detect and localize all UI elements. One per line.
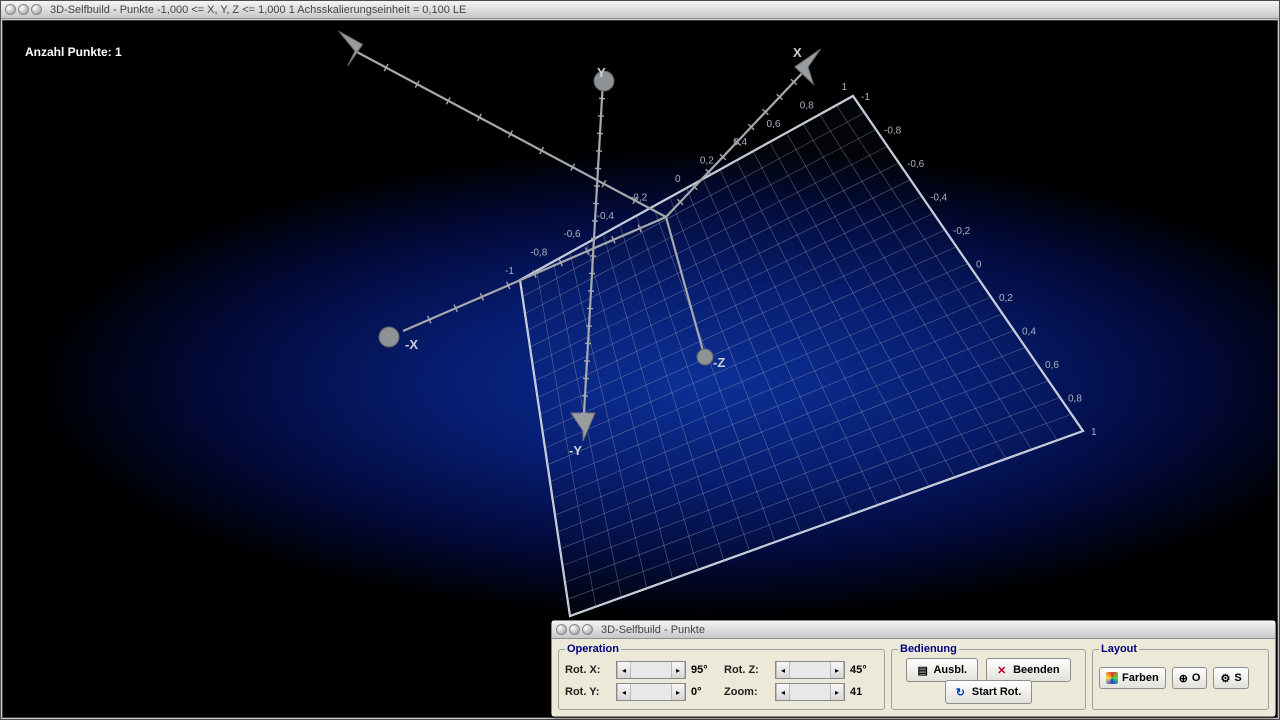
panel-control-2[interactable] [569, 624, 580, 635]
group-layout: Layout Farben ⊕ O ⚙ S [1092, 643, 1269, 710]
group-bedienung: Bedienung ▤ Ausbl. ✕ Beenden ↻ Start Rot… [891, 643, 1086, 710]
palette-icon [1106, 672, 1118, 684]
value-zoom: 41 [850, 686, 878, 698]
window-control-1[interactable] [5, 4, 16, 15]
spinner-rot-x[interactable]: ◂ ▸ [616, 661, 686, 679]
rot-x-inc[interactable]: ▸ [671, 662, 685, 678]
main-window-title: 3D-Selfbuild - Punkte -1,000 <= X, Y, Z … [50, 4, 466, 16]
svg-text:-0,2: -0,2 [953, 226, 971, 237]
svg-text:-1: -1 [861, 92, 870, 103]
value-rot-y: 0° [691, 686, 719, 698]
svg-text:-0,4: -0,4 [597, 211, 615, 222]
axis-neg-y-label: -Y [569, 443, 582, 458]
svg-text:-1: -1 [505, 266, 514, 277]
spinner-zoom[interactable]: ◂ ▸ [775, 683, 845, 701]
svg-text:0,6: 0,6 [766, 119, 780, 130]
label-rot-y: Rot. Y: [565, 686, 611, 698]
start-rot-button[interactable]: ↻ Start Rot. [945, 680, 1033, 704]
value-rot-x: 95° [691, 664, 719, 676]
axis-y-label: Y [597, 65, 606, 80]
ausbl-button[interactable]: ▤ Ausbl. [906, 658, 978, 682]
svg-text:-0,8: -0,8 [530, 248, 548, 259]
svg-text:0,6: 0,6 [1045, 360, 1059, 371]
svg-text:1: 1 [1091, 427, 1097, 438]
viewport-3d[interactable]: Anzahl Punkte: 1 -1 -0,8 -0,6 -0,4 -0,2 0 0,2 0… [2, 20, 1278, 718]
control-panel[interactable]: 3D-Selfbuild - Punkte Operation Rot. X: … [551, 620, 1276, 717]
spinner-rot-z[interactable]: ◂ ▸ [775, 661, 845, 679]
rot-x-dec[interactable]: ◂ [617, 662, 631, 678]
svg-text:1: 1 [841, 82, 847, 93]
rot-z-dec[interactable]: ◂ [776, 662, 790, 678]
svg-text:-0,4: -0,4 [930, 193, 948, 204]
svg-text:0,2: 0,2 [700, 156, 714, 167]
farben-button[interactable]: Farben [1099, 667, 1166, 689]
axis-x-label: X [793, 45, 802, 60]
label-rot-z: Rot. Z: [724, 664, 770, 676]
s-button[interactable]: ⚙ S [1213, 667, 1248, 689]
svg-text:0,4: 0,4 [1022, 327, 1036, 338]
zoom-dec[interactable]: ◂ [776, 684, 790, 700]
svg-text:0,2: 0,2 [999, 293, 1013, 304]
beenden-button[interactable]: ✕ Beenden [986, 658, 1070, 682]
main-titlebar[interactable]: 3D-Selfbuild - Punkte -1,000 <= X, Y, Z … [1, 1, 1279, 19]
window-controls[interactable] [5, 4, 42, 15]
grid-plane: -1 -0,8 -0,6 -0,4 -0,2 0 0,2 0,4 0,6 0,8 1 -1 -0,8 -… [505, 82, 1097, 616]
panel-title: 3D-Selfbuild - Punkte [601, 624, 705, 636]
o-button[interactable]: ⊕ O [1172, 667, 1208, 689]
svg-text:0,8: 0,8 [1068, 394, 1082, 405]
crosshair-icon: ⊕ [1179, 672, 1188, 685]
legend-layout: Layout [1099, 643, 1139, 655]
value-rot-z: 45° [850, 664, 878, 676]
panel-control-3[interactable] [582, 624, 593, 635]
legend-bedienung: Bedienung [898, 643, 959, 655]
close-icon: ✕ [997, 664, 1009, 676]
svg-text:-0,8: -0,8 [884, 126, 902, 137]
scene-svg: -1 -0,8 -0,6 -0,4 -0,2 0 0,2 0,4 0,6 0,8 1 -1 -0,8 -… [3, 21, 1278, 718]
label-rot-x: Rot. X: [565, 664, 611, 676]
point-count-label: Anzahl Punkte: 1 [25, 45, 122, 59]
svg-text:-0,6: -0,6 [563, 229, 581, 240]
window-control-3[interactable] [31, 4, 42, 15]
rot-z-inc[interactable]: ▸ [830, 662, 844, 678]
zoom-inc[interactable]: ▸ [830, 684, 844, 700]
main-window: 3D-Selfbuild - Punkte -1,000 <= X, Y, Z … [0, 0, 1280, 720]
label-zoom: Zoom: [724, 686, 770, 698]
panel-control-1[interactable] [556, 624, 567, 635]
axis-neg-z-label: -Z [713, 355, 725, 370]
svg-text:0,8: 0,8 [800, 100, 814, 111]
axis-neg-x-label: -X [405, 337, 418, 352]
window-control-2[interactable] [18, 4, 29, 15]
svg-text:0: 0 [976, 260, 982, 271]
panel-titlebar[interactable]: 3D-Selfbuild - Punkte [552, 621, 1275, 639]
list-icon: ▤ [917, 664, 929, 676]
rot-y-dec[interactable]: ◂ [617, 684, 631, 700]
group-operation: Operation Rot. X: ◂ ▸ 95° Rot. Z: ◂ ▸ [558, 643, 885, 710]
refresh-icon: ↻ [956, 686, 968, 698]
axis-z-pos [332, 31, 666, 217]
gear-icon: ⚙ [1220, 672, 1230, 685]
rot-y-inc[interactable]: ▸ [671, 684, 685, 700]
svg-text:0: 0 [675, 174, 681, 185]
legend-operation: Operation [565, 643, 621, 655]
spinner-rot-y[interactable]: ◂ ▸ [616, 683, 686, 701]
svg-text:-0,6: -0,6 [907, 159, 925, 170]
